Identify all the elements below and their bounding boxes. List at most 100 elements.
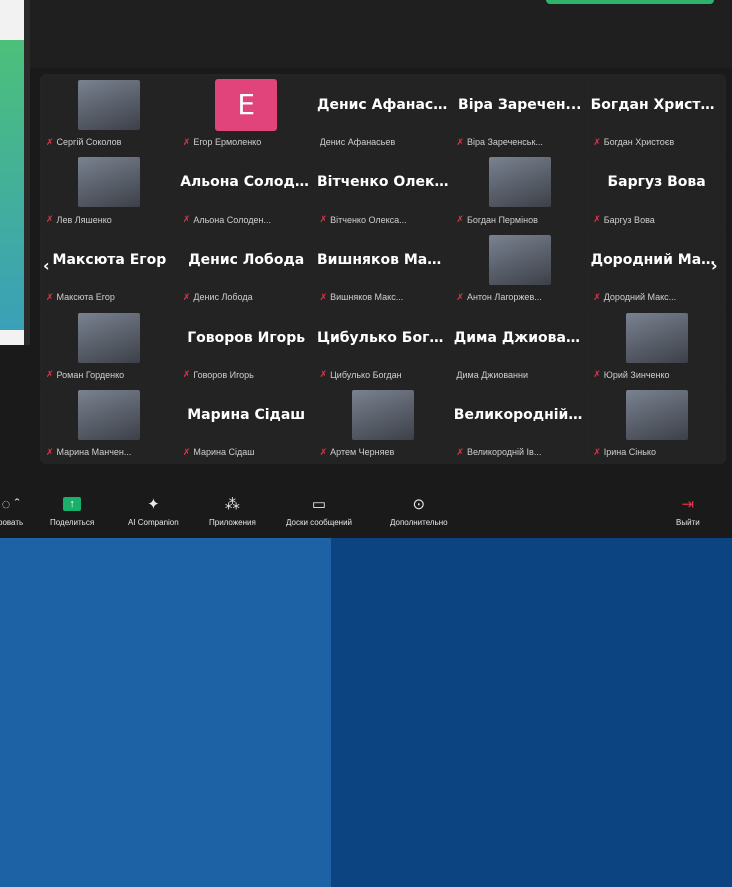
muted-mic-icon: ✗ bbox=[182, 136, 191, 147]
participant-label-text: Великородній Ів... bbox=[466, 447, 542, 458]
next-page-arrow[interactable]: › bbox=[711, 256, 718, 275]
participant-label-text: Антон Лагоржев... bbox=[466, 292, 542, 303]
muted-mic-icon: ✗ bbox=[46, 291, 54, 302]
ai-companion-button[interactable]: ✦ AI Companion bbox=[128, 494, 179, 527]
prev-page-arrow[interactable]: ‹ bbox=[43, 256, 50, 275]
participant-tile[interactable]: ✗ Лев Ляшенко bbox=[42, 153, 177, 230]
participant-label-text: Роман Горденко bbox=[56, 369, 125, 380]
board-icon: ▭ bbox=[311, 496, 327, 513]
participant-tile[interactable]: ✗ Марина Манчен... bbox=[42, 386, 177, 462]
participant-name-label: ✗ Марина Манчен... bbox=[46, 445, 131, 460]
participant-label-text: Артем Черняев bbox=[330, 447, 395, 458]
apps-button[interactable]: ⁂ Приложения bbox=[209, 494, 256, 527]
muted-mic-icon: ✗ bbox=[319, 214, 328, 225]
record-button[interactable]: ◌ ˆ ровать bbox=[0, 494, 23, 528]
muted-mic-icon: ✗ bbox=[182, 446, 191, 457]
muted-mic-icon: ✗ bbox=[593, 136, 601, 147]
participant-tile[interactable]: ✗ Артем Черняев bbox=[315, 386, 451, 462]
participant-tile[interactable]: ✗ Ірина Сінько bbox=[589, 386, 724, 462]
participant-name-label: ✗ Юрий Зинченко bbox=[593, 367, 669, 382]
share-button[interactable]: ↑ Поделиться bbox=[50, 494, 94, 527]
participant-tile[interactable]: ✗ Богдан Пермінов bbox=[452, 153, 588, 230]
participant-display-name: Денис Афанась... bbox=[316, 96, 449, 113]
participant-label-text: Лев Ляшенко bbox=[56, 214, 112, 225]
participant-label-text: Марина Манчен... bbox=[56, 447, 132, 458]
participant-label-text: Говоров Игорь bbox=[193, 369, 254, 380]
participant-name-label: ✗ Антон Лагоржев... bbox=[456, 290, 541, 305]
participant-tile[interactable]: Дима Джиован... Дима Джиованни bbox=[452, 308, 588, 385]
participant-display-name: Максюта Егор bbox=[52, 251, 167, 268]
share-icon: ↑ bbox=[63, 497, 82, 511]
participant-tile[interactable]: Альона Солоде... ✗ Альона Солоден... bbox=[178, 153, 314, 230]
participant-tile[interactable]: Денис Лобода ✗ Денис Лобода bbox=[178, 231, 314, 307]
participant-tile[interactable]: Марина Сідаш ✗ Марина Сідаш bbox=[178, 386, 314, 462]
more-button[interactable]: ⊙ Дополнительно bbox=[390, 494, 448, 527]
leave-button[interactable]: ⇥ Выйти bbox=[676, 494, 700, 527]
participant-name-label: ✗ Баргуз Вова bbox=[593, 212, 655, 227]
background-panel-left bbox=[0, 538, 331, 887]
participant-label-text: Богдан Пермінов bbox=[466, 214, 538, 225]
participant-name-label: ✗ Богдан Христоєв bbox=[593, 135, 674, 150]
avatar: E bbox=[215, 78, 278, 131]
participant-tile[interactable]: ✗ Роман Горденко bbox=[42, 308, 177, 385]
participant-label-text: Дородний Макс... bbox=[603, 292, 677, 303]
participant-label-text: Егор Ермоленко bbox=[193, 137, 262, 148]
muted-mic-icon: ✗ bbox=[46, 136, 54, 147]
participant-tile[interactable]: Великородній І... ✗ Великородній Ів... bbox=[452, 386, 588, 462]
participant-tile[interactable]: ✗ Антон Лагоржев... bbox=[452, 231, 588, 307]
participant-label-text: Вітченко Олекса... bbox=[330, 214, 407, 225]
muted-mic-icon: ✗ bbox=[593, 214, 601, 225]
participant-display-name: Денис Лобода bbox=[188, 251, 305, 268]
participant-tile[interactable]: ✗ Сергій Соколов bbox=[42, 76, 177, 152]
apps-label: Приложения bbox=[209, 518, 256, 527]
meeting-toolbar bbox=[0, 486, 732, 538]
participant-display-name: Говоров Игорь bbox=[187, 329, 306, 346]
participant-label-text: Сергій Соколов bbox=[56, 137, 122, 148]
participant-tile[interactable]: ✗ Юрий Зинченко bbox=[589, 308, 724, 385]
participant-tile[interactable]: Говоров Игорь ✗ Говоров Игорь bbox=[178, 308, 314, 385]
boards-label: Доски сообщений bbox=[286, 518, 353, 527]
participant-label-text: Денис Афанасьев bbox=[319, 137, 396, 148]
participant-name-label: ✗ Лев Ляшенко bbox=[46, 212, 112, 227]
share-label: Поделиться bbox=[50, 518, 95, 527]
muted-mic-icon: ✗ bbox=[319, 291, 328, 302]
boards-button[interactable]: ▭ Доски сообщений bbox=[286, 494, 352, 527]
muted-mic-icon: ✗ bbox=[319, 446, 328, 457]
participant-label-text: Дима Джиованни bbox=[456, 369, 529, 380]
participant-tile[interactable]: E ✗ Егор Ермоленко bbox=[178, 76, 314, 152]
green-button[interactable] bbox=[546, 0, 714, 4]
participant-tile[interactable]: Богдан Христоєв ✗ Богдан Христоєв bbox=[589, 76, 724, 152]
muted-mic-icon: ✗ bbox=[593, 291, 601, 302]
participant-tile[interactable]: Вишняков Мак... ✗ Вишняков Макс... bbox=[315, 231, 451, 307]
zoom-screen: ✗ Сергій Соколов E ✗ Егор Ермоленко Денис Афа… bbox=[0, 0, 732, 538]
participant-display-name: Віра Заречен... bbox=[458, 96, 582, 113]
participant-tile[interactable]: Цибулько Богд... ✗ Цибулько Богдан bbox=[315, 308, 451, 385]
muted-mic-icon: ✗ bbox=[182, 291, 191, 302]
participant-display-name: Альона Солоде... bbox=[180, 174, 313, 191]
participant-name-label: ✗ Роман Горденко bbox=[46, 367, 124, 382]
participant-video bbox=[625, 390, 688, 441]
participant-video bbox=[488, 157, 551, 208]
leave-icon: ⇥ bbox=[681, 496, 695, 513]
side-window bbox=[0, 0, 30, 345]
participant-name-label: ✗ Марина Сідаш bbox=[183, 445, 255, 460]
participant-tile[interactable]: Дородний Мак... ✗ Дородний Макс... bbox=[589, 231, 724, 307]
participant-display-name: Великородній І... bbox=[453, 407, 586, 424]
background-panel-right bbox=[331, 538, 732, 887]
participant-tile[interactable]: Денис Афанась... Денис Афанасьев bbox=[315, 76, 451, 152]
participant-tile[interactable]: Максюта Егор ✗ Максюта Егор bbox=[42, 231, 177, 307]
participant-display-name: Баргуз Вова bbox=[607, 174, 706, 191]
participant-label-text: Ірина Сінько bbox=[603, 447, 656, 458]
participant-display-name: Цибулько Богд... bbox=[316, 329, 449, 346]
participant-display-name: Дородний Мак... bbox=[590, 251, 723, 268]
participant-video bbox=[78, 79, 141, 130]
muted-mic-icon: ✗ bbox=[456, 214, 464, 225]
participant-display-name: Марина Сідаш bbox=[187, 407, 306, 424]
participant-tile[interactable]: Баргуз Вова ✗ Баргуз Вова bbox=[589, 153, 724, 230]
muted-mic-icon: ✗ bbox=[46, 369, 54, 380]
participant-video bbox=[78, 157, 141, 208]
muted-mic-icon: ✗ bbox=[182, 369, 191, 380]
side-window-content bbox=[0, 40, 24, 330]
participant-tile[interactable]: Вітченко Олекс... ✗ Вітченко Олекса... bbox=[315, 153, 451, 230]
participant-tile[interactable]: Віра Заречен... ✗ Віра Зареченськ... bbox=[452, 76, 588, 152]
